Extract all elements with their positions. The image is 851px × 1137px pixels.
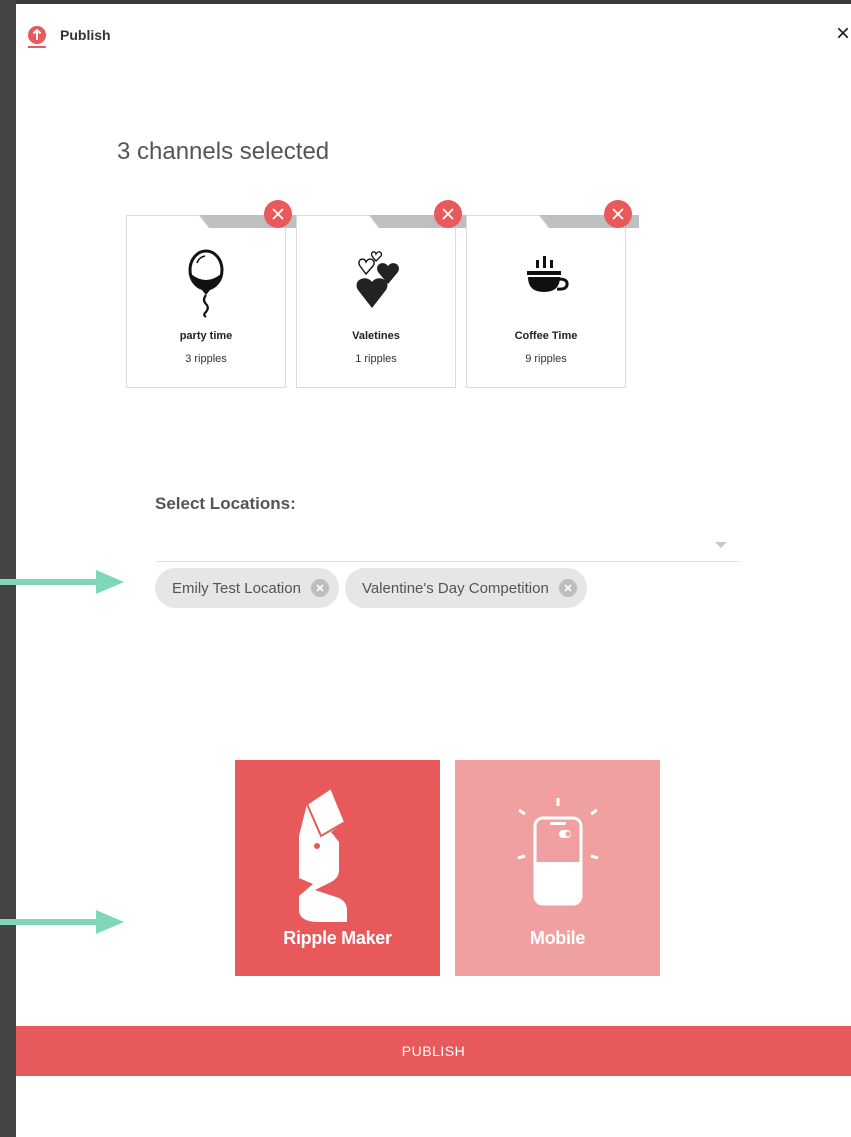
annotation-arrow-icon xyxy=(0,910,124,934)
channel-ripple-count: 9 ripples xyxy=(525,353,567,365)
publish-button[interactable]: PUBLISH xyxy=(16,1026,851,1076)
dialog-header: Publish × xyxy=(16,4,851,68)
location-dropdown[interactable] xyxy=(156,526,739,562)
channel-card: Coffee Time 9 ripples xyxy=(466,200,639,388)
target-label: Mobile xyxy=(529,928,586,948)
remove-channel-button[interactable] xyxy=(434,200,462,228)
close-icon xyxy=(316,584,324,592)
channel-name: party time xyxy=(179,330,233,342)
channel-name: Valetines xyxy=(352,330,400,342)
channel-ripple-count: 1 ripples xyxy=(355,353,397,365)
close-icon xyxy=(442,208,454,220)
annotation-arrow-icon xyxy=(0,570,124,594)
channel-name: Coffee Time xyxy=(514,330,578,342)
location-chip: Valentine's Day Competition xyxy=(344,568,587,608)
chevron-down-icon xyxy=(715,542,727,548)
channel-card: party time 3 ripples xyxy=(126,200,299,388)
target-ripple-maker[interactable]: Ripple Maker xyxy=(235,760,440,976)
remove-channel-button[interactable] xyxy=(264,200,292,228)
channel-ripple-count: 3 ripples xyxy=(185,353,227,365)
channel-card: Valetines 1 ripples xyxy=(296,200,469,388)
background-strip xyxy=(0,0,16,1137)
remove-channel-button[interactable] xyxy=(604,200,632,228)
channels-selected-heading: 3 channels selected xyxy=(117,138,330,165)
balloon-icon xyxy=(127,246,285,320)
selected-locations: Emily Test Location Valentine's Day Comp… xyxy=(155,568,587,610)
target-mobile[interactable]: Mobile xyxy=(455,760,660,976)
coffee-cup-icon xyxy=(467,246,625,320)
remove-location-button[interactable] xyxy=(310,579,329,597)
channel-cards: party time 3 ripples Valetines 1 ripples… xyxy=(126,200,646,390)
close-icon xyxy=(564,584,572,592)
dialog-title: Publish xyxy=(60,27,111,43)
publish-icon-underline xyxy=(28,46,46,48)
select-locations-label: Select Locations: xyxy=(155,494,296,513)
location-chip-label: Emily Test Location xyxy=(172,579,301,597)
remove-location-button[interactable] xyxy=(558,579,577,597)
location-chip: Emily Test Location xyxy=(155,568,339,608)
hearts-icon xyxy=(297,246,455,320)
location-chip-label: Valentine's Day Competition xyxy=(361,579,549,597)
close-icon xyxy=(272,208,284,220)
publish-icon xyxy=(28,26,46,44)
target-label: Ripple Maker xyxy=(283,928,392,948)
close-icon xyxy=(612,208,624,220)
close-button[interactable]: × xyxy=(836,22,851,46)
publish-dialog: Publish × 3 channels selected party time… xyxy=(16,4,851,1137)
